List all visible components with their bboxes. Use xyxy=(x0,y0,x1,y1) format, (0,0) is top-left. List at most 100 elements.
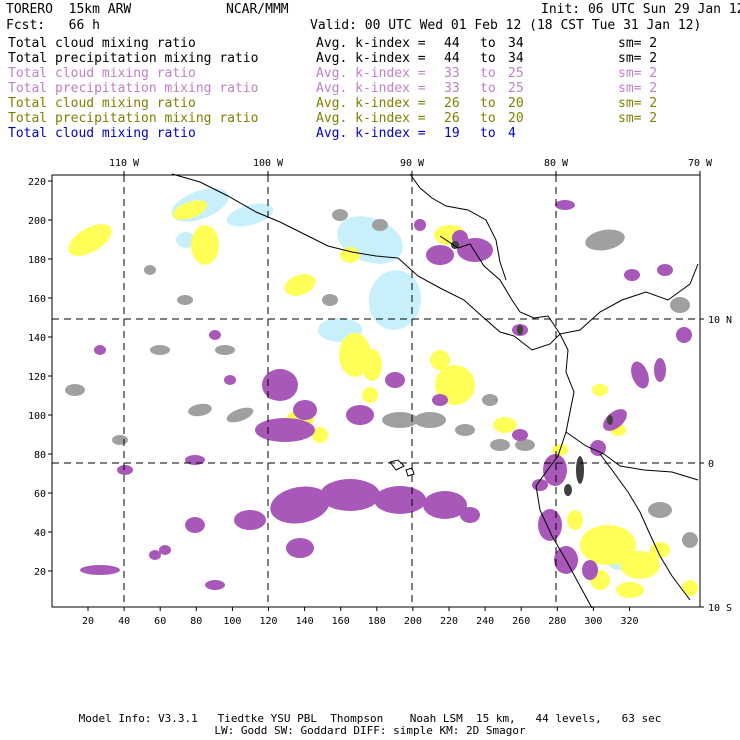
cloud-blob xyxy=(455,424,475,436)
cloud-blob xyxy=(149,550,161,560)
cloud-blob xyxy=(224,375,236,385)
lon-label: 100 W xyxy=(253,158,284,169)
cloud-blob xyxy=(368,270,422,330)
y-tick-label: 160 xyxy=(28,294,46,305)
y-tick-label: 100 xyxy=(28,411,46,422)
cloud-blob xyxy=(144,265,156,275)
lon-label: 70 W xyxy=(688,158,713,169)
cloud-blob xyxy=(624,269,640,281)
x-tick-label: 60 xyxy=(154,616,166,627)
cloud-blob xyxy=(209,330,221,340)
x-tick-label: 40 xyxy=(118,616,130,627)
x-tick-label: 140 xyxy=(296,616,314,627)
cloud-blob xyxy=(414,219,426,231)
cloud-blob xyxy=(226,407,254,423)
cloud-blob xyxy=(293,400,317,420)
cloud-blob xyxy=(460,507,480,523)
cloud-blob xyxy=(346,405,374,425)
x-tick-label: 20 xyxy=(82,616,94,627)
cloud-blob xyxy=(631,361,649,389)
cloud-blob xyxy=(426,245,454,265)
cloud-blob xyxy=(215,345,235,355)
cloud-blob xyxy=(585,229,625,251)
cloud-blob xyxy=(94,345,106,355)
lon-label: 110 W xyxy=(109,158,140,169)
cloud-blob xyxy=(382,412,418,428)
cloud-blob xyxy=(159,545,171,555)
lon-label: 90 W xyxy=(400,158,425,169)
cloud-blob xyxy=(555,200,575,210)
cloud-blob xyxy=(362,387,378,403)
y-tick-label: 200 xyxy=(28,216,46,227)
cloud-blob xyxy=(576,456,584,484)
cloud-blob xyxy=(432,394,448,406)
cloud-blob xyxy=(205,580,225,590)
cloud-blob xyxy=(362,349,382,381)
cloud-blob xyxy=(670,297,690,313)
cloud-blob xyxy=(80,565,120,575)
cloud-blob xyxy=(177,295,193,305)
x-tick-label: 160 xyxy=(332,616,350,627)
x-tick-label: 200 xyxy=(404,616,422,627)
cloud-blob xyxy=(682,532,698,548)
cloud-blob xyxy=(112,435,128,445)
cloud-blob xyxy=(654,358,666,382)
cloud-blob xyxy=(374,486,426,514)
cloud-blob xyxy=(117,465,133,475)
x-tick-label: 80 xyxy=(190,616,202,627)
lat-label: 0 xyxy=(708,459,714,470)
y-tick-label: 120 xyxy=(28,372,46,383)
x-tick-label: 240 xyxy=(476,616,494,627)
cloud-blob xyxy=(284,274,316,296)
weather-map: 20 40 60 80 100 120 140 160 180 200 220 240 260 280 30… xyxy=(28,158,732,627)
central-america-coast xyxy=(397,257,561,351)
x-tick-label: 280 xyxy=(548,616,566,627)
cloud-blob xyxy=(682,580,698,596)
y-tick-label: 80 xyxy=(34,450,46,461)
cloud-blob xyxy=(332,209,348,221)
y-tick-label: 60 xyxy=(34,489,46,500)
cloud-blob xyxy=(65,384,85,396)
cloud-blob xyxy=(68,224,112,256)
cloud-blob xyxy=(262,369,298,401)
cloud-blob xyxy=(567,510,583,530)
cloud-blob xyxy=(372,219,388,231)
x-tick-label: 300 xyxy=(584,616,602,627)
cloud-blob xyxy=(320,479,380,511)
cloud-blob xyxy=(234,510,266,530)
y-tick-label: 140 xyxy=(28,333,46,344)
x-tick-label: 260 xyxy=(512,616,530,627)
cloud-blob xyxy=(482,394,498,406)
cloud-blob xyxy=(512,429,528,441)
lat-label: 10 S xyxy=(708,603,732,614)
cloud-blob xyxy=(430,350,450,370)
cloud-blob xyxy=(616,582,644,598)
cloud-blob xyxy=(322,294,338,306)
cloud-blob xyxy=(564,484,572,496)
cloud-blob xyxy=(150,345,170,355)
x-tick-label: 120 xyxy=(259,616,277,627)
lat-label: 10 N xyxy=(708,315,732,326)
galapagos xyxy=(389,459,415,477)
y-tick-label: 180 xyxy=(28,255,46,266)
cloud-blob xyxy=(188,403,212,417)
y-tick-label: 220 xyxy=(28,177,46,188)
cloud-blob xyxy=(255,418,315,442)
cloud-blob xyxy=(543,454,567,486)
cloud-blob xyxy=(517,325,523,335)
y-tick-label: 20 xyxy=(34,567,46,578)
cloud-blob xyxy=(191,225,219,265)
cloud-blob xyxy=(592,384,608,396)
y-tick-label: 40 xyxy=(34,528,46,539)
cloud-blob xyxy=(582,560,598,580)
x-tick-label: 320 xyxy=(620,616,638,627)
x-tick-label: 220 xyxy=(440,616,458,627)
cloud-blob xyxy=(286,538,314,558)
x-tick-label: 180 xyxy=(368,616,386,627)
cloud-blob xyxy=(493,417,517,433)
cloud-blob xyxy=(657,264,673,276)
cloud-blob xyxy=(385,372,405,388)
cloud-blob xyxy=(490,439,510,451)
cloud-blob xyxy=(185,517,205,533)
cloud-blob xyxy=(414,412,446,428)
